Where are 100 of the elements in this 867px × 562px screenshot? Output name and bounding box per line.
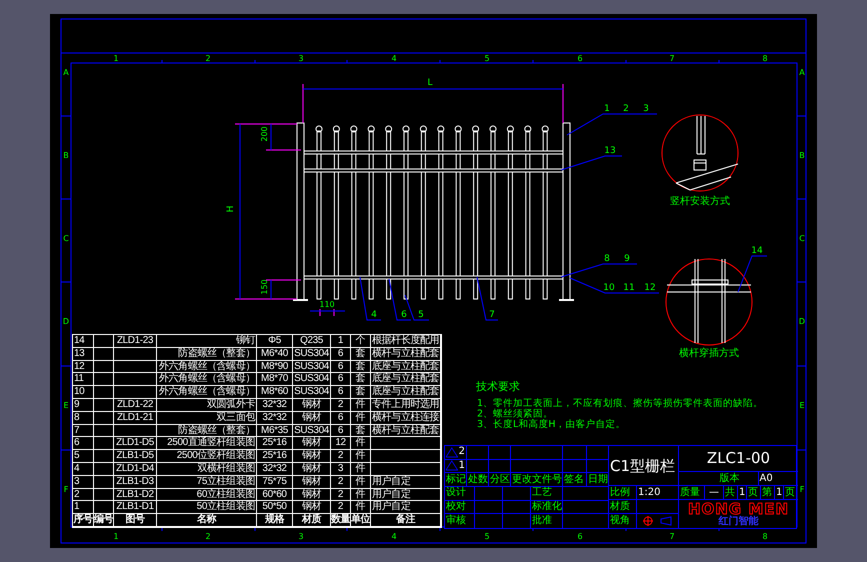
table-cell: 用户自定 xyxy=(371,488,441,502)
table-cell: 4 xyxy=(73,462,94,476)
table-cell: ZLB1-D2 xyxy=(114,488,157,502)
table-cell: 钢材 xyxy=(293,398,331,412)
grid-label: F xyxy=(800,485,804,494)
table-cell: SUS304 xyxy=(293,360,331,374)
grid-label: D xyxy=(798,317,806,326)
table-cell: ZLD1-21 xyxy=(114,412,157,425)
table-cell: 钢材 xyxy=(293,450,331,463)
table-cell: 钢材 xyxy=(293,476,331,489)
table-cell: 14 xyxy=(73,335,94,348)
table-cell: 件 xyxy=(351,412,371,425)
table-cell: 2 xyxy=(331,488,351,502)
table-cell: 根据杆长度配用 xyxy=(371,335,441,348)
requirement-text: 1、零件加工表面上，不应有划痕、擦伤等损伤零件表面的缺陷。 xyxy=(477,398,764,409)
empty-cell xyxy=(114,424,157,438)
logo-text: HONG MEN xyxy=(688,502,790,516)
table-cell: SUS304 xyxy=(293,386,331,399)
table-cell: 25*16 xyxy=(257,437,293,450)
table-cell: 2500位竖杆组装图 xyxy=(157,450,257,463)
table-cell: 件 xyxy=(351,398,371,412)
table-cell: 套 xyxy=(351,360,371,374)
table-cell: 钢材 xyxy=(293,437,331,450)
table-cell: M8*60 xyxy=(257,386,293,399)
column-header: 更改文件号 xyxy=(511,473,563,486)
table-cell: 钢材 xyxy=(293,462,331,476)
table-cell: 50立柱组装图 xyxy=(157,501,257,514)
table-cell: 钢材 xyxy=(293,501,331,514)
grid-label: B xyxy=(63,151,69,160)
table-cell: 6 xyxy=(331,424,351,438)
column-header: 单位 xyxy=(351,514,371,527)
part-number: 1 xyxy=(604,104,610,114)
column-header: 序号 xyxy=(73,514,94,527)
table-cell: 50*50 xyxy=(257,501,293,514)
table-cell: 32*32 xyxy=(257,398,293,412)
grid-label: 6 xyxy=(577,54,583,63)
drawing-number: ZLC1-00 xyxy=(706,448,772,469)
empty-cell xyxy=(94,412,114,425)
field-label: 页 xyxy=(747,486,761,499)
empty-cell xyxy=(94,398,114,412)
requirement-text: 2、螺丝须紧固。 xyxy=(477,408,554,420)
table-cell: 7 xyxy=(73,424,94,438)
table-cell: 双横杆组装图 xyxy=(157,462,257,476)
part-number: 11 xyxy=(623,283,635,293)
grid-label: 8 xyxy=(762,54,768,63)
field-label: 材质 xyxy=(609,500,637,513)
table-cell: 6 xyxy=(73,437,94,450)
table-cell: ZLD1-D4 xyxy=(114,462,157,476)
table-cell: 外六角螺丝（含螺母） xyxy=(157,360,257,374)
table-cell: 2 xyxy=(73,488,94,502)
dimension-line xyxy=(310,308,346,316)
table-cell: 防盗螺丝（整套） xyxy=(157,424,257,438)
empty-cell xyxy=(114,386,157,399)
table-cell: 钢材 xyxy=(293,488,331,502)
column-header: 规格 xyxy=(257,514,293,527)
grid-label: 2 xyxy=(205,532,211,541)
table-cell: ZLB1-D3 xyxy=(114,476,157,489)
empty-cell xyxy=(114,348,157,361)
column-header: 图号 xyxy=(114,514,157,527)
grid-label: C xyxy=(799,234,805,243)
table-cell: 60立柱组装图 xyxy=(157,488,257,502)
projection-symbol-icon xyxy=(642,516,672,526)
table-cell: 用户自定 xyxy=(371,501,441,514)
table-cell: 套 xyxy=(351,373,371,386)
table-cell: 2 xyxy=(331,398,351,412)
table-cell: 横杆与立柱配套 xyxy=(371,348,441,361)
part-number: 9 xyxy=(624,254,630,264)
part-number: 5 xyxy=(418,310,424,320)
table-cell: 11 xyxy=(73,373,94,386)
table-cell: 25*16 xyxy=(257,450,293,463)
table-cell: Q235 xyxy=(293,335,331,348)
leader-line xyxy=(560,156,622,170)
leader-line xyxy=(360,276,382,320)
grid-label: 8 xyxy=(762,532,768,541)
column-header: 编号 xyxy=(94,514,114,527)
field-value: 1:20 xyxy=(637,486,679,499)
table-cell: ZLD1-23 xyxy=(114,335,157,348)
part-number: 6 xyxy=(401,310,407,320)
grid-label: E xyxy=(63,401,69,410)
table-cell: 专件上用时选用 xyxy=(371,398,441,412)
dimension-label: 200 xyxy=(260,126,269,142)
column-header: 签名 xyxy=(563,473,587,486)
part-number: 4 xyxy=(371,310,377,320)
revision-mark: 2 xyxy=(458,447,465,458)
table-cell: 2 xyxy=(331,501,351,514)
table-cell: 双圆弧外卡 xyxy=(157,398,257,412)
table-cell: ZLD1-D5 xyxy=(114,437,157,450)
table-cell: 个 xyxy=(351,335,371,348)
grid-label: 4 xyxy=(391,54,397,63)
empty-cell xyxy=(94,437,114,450)
part-number: 12 xyxy=(644,283,656,293)
table-cell: 6 xyxy=(331,412,351,425)
grid-label: 6 xyxy=(577,532,583,541)
table-cell: 件 xyxy=(351,488,371,502)
dimension-label: 150 xyxy=(260,279,269,295)
table-cell: 外六角螺丝（含螺母） xyxy=(157,386,257,399)
column-header: 日期 xyxy=(587,473,609,486)
grid-label: D xyxy=(62,317,70,326)
field-label: 设计 xyxy=(445,487,475,500)
grid-label: 1 xyxy=(113,54,119,63)
